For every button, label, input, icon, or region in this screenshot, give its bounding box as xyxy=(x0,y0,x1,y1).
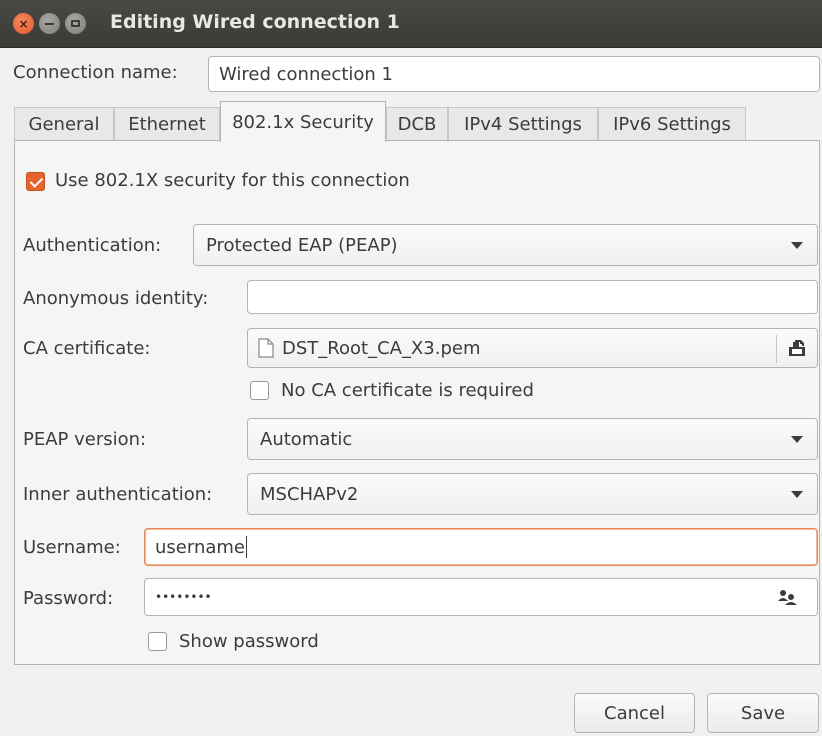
connection-name-label: Connection name: xyxy=(13,62,178,83)
ca-certificate-label: CA certificate: xyxy=(23,338,151,359)
ca-certificate-chooser[interactable]: DST_Root_CA_X3.pem xyxy=(247,328,818,368)
use-8021x-checkbox[interactable] xyxy=(26,172,45,191)
show-password-label: Show password xyxy=(179,631,319,652)
show-password-checkbox[interactable] xyxy=(148,632,167,651)
username-value: username xyxy=(155,536,245,558)
use-8021x-label: Use 802.1X security for this connection xyxy=(55,170,410,191)
ca-certificate-value: DST_Root_CA_X3.pem xyxy=(282,337,481,359)
tab-dcb[interactable]: DCB xyxy=(386,107,448,141)
window-titlebar: × Editing Wired connection 1 xyxy=(0,0,822,48)
username-label: Username: xyxy=(23,537,121,558)
chooser-divider xyxy=(776,335,777,363)
tab-label: DCB xyxy=(397,114,437,135)
close-icon[interactable]: × xyxy=(13,13,34,34)
connection-name-input[interactable]: Wired connection 1 xyxy=(208,56,820,92)
anonymous-identity-input[interactable] xyxy=(247,280,818,314)
peap-version-select[interactable]: Automatic xyxy=(247,418,818,460)
tab-ipv6-settings[interactable]: IPv6 Settings xyxy=(598,107,746,141)
save-button-label: Save xyxy=(740,702,786,724)
tab-label: IPv4 Settings xyxy=(464,114,582,135)
users-icon[interactable] xyxy=(777,589,799,607)
peap-version-value: Automatic xyxy=(260,428,353,450)
password-value: •••••••• xyxy=(155,590,212,604)
window-title: Editing Wired connection 1 xyxy=(110,11,400,33)
anonymous-identity-label: Anonymous identity: xyxy=(23,288,209,309)
chevron-down-icon xyxy=(791,242,803,249)
cancel-button-label: Cancel xyxy=(604,702,665,724)
authentication-label: Authentication: xyxy=(23,235,162,256)
tab-label: 802.1x Security xyxy=(232,111,374,133)
chevron-down-icon xyxy=(791,436,803,443)
file-chooser-icon[interactable] xyxy=(787,338,807,358)
no-ca-certificate-label: No CA certificate is required xyxy=(281,380,534,401)
inner-authentication-label: Inner authentication: xyxy=(23,484,213,505)
tab-bar: General Ethernet 802.1x Security DCB IPv… xyxy=(14,101,746,142)
tab-label: Ethernet xyxy=(128,114,206,135)
connection-name-value: Wired connection 1 xyxy=(219,63,393,85)
authentication-select[interactable]: Protected EAP (PEAP) xyxy=(193,224,818,266)
text-caret xyxy=(246,536,247,558)
tab-ipv4-settings[interactable]: IPv4 Settings xyxy=(448,107,598,141)
tab-ethernet[interactable]: Ethernet xyxy=(114,107,220,141)
password-label: Password: xyxy=(23,588,114,609)
minimize-icon[interactable] xyxy=(39,13,60,34)
inner-authentication-value: MSCHAPv2 xyxy=(260,483,359,505)
tab-label: General xyxy=(28,114,100,135)
username-input[interactable]: username xyxy=(144,528,818,566)
chevron-down-icon xyxy=(791,491,803,498)
peap-version-label: PEAP version: xyxy=(23,429,147,450)
file-icon xyxy=(258,338,274,358)
password-input[interactable]: •••••••• xyxy=(144,578,818,616)
save-button[interactable]: Save xyxy=(707,693,819,733)
cancel-button[interactable]: Cancel xyxy=(574,693,695,733)
tab-general[interactable]: General xyxy=(14,107,114,141)
tab-label: IPv6 Settings xyxy=(613,114,731,135)
no-ca-certificate-checkbox[interactable] xyxy=(250,381,269,400)
tab-8021x-security[interactable]: 802.1x Security xyxy=(220,101,386,142)
inner-authentication-select[interactable]: MSCHAPv2 xyxy=(247,473,818,515)
authentication-value: Protected EAP (PEAP) xyxy=(206,234,398,256)
maximize-icon[interactable] xyxy=(65,13,86,34)
